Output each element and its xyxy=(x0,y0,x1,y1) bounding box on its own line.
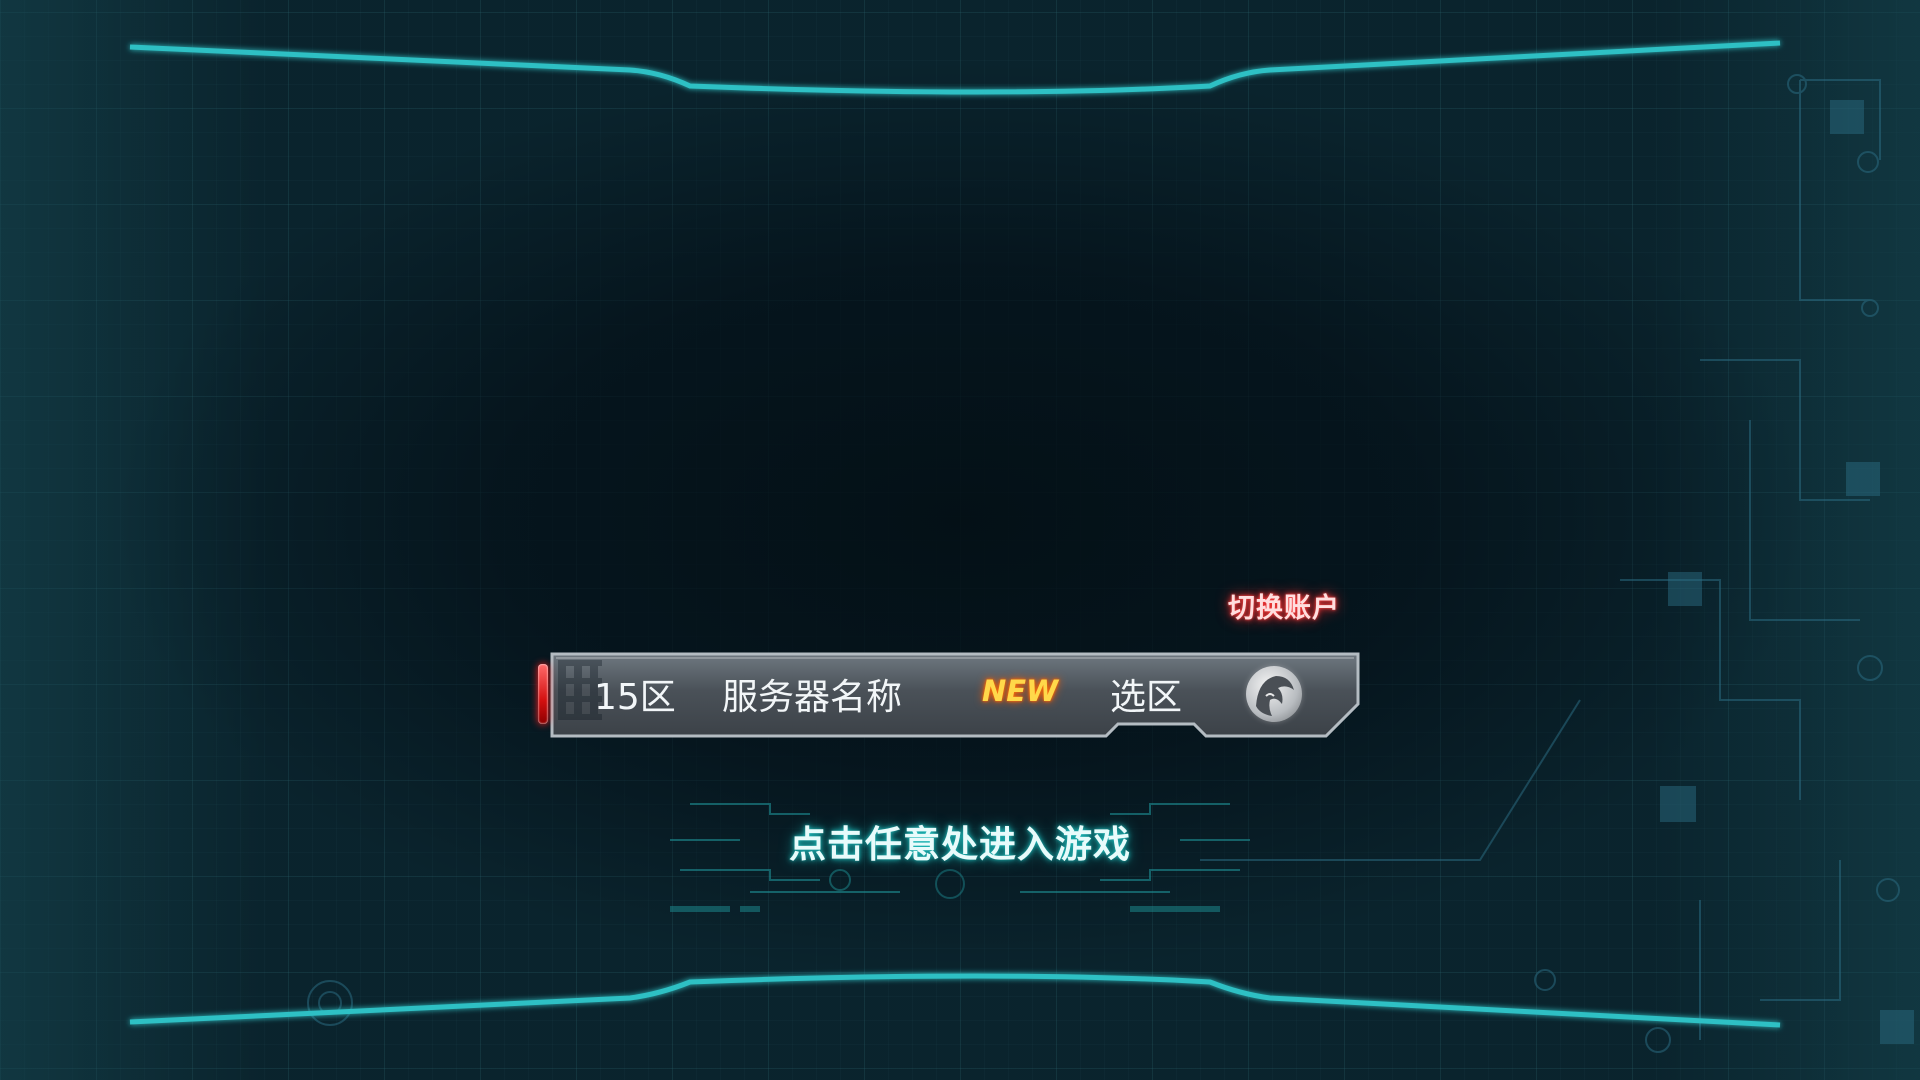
top-frame-line xyxy=(129,40,1781,95)
character-avatar-icon[interactable] xyxy=(1246,666,1302,722)
server-name: 服务器名称 xyxy=(722,677,903,718)
enter-game-area[interactable]: 点击任意处进入游戏 xyxy=(650,780,1270,930)
selected-marker xyxy=(538,664,548,724)
enter-game-prompt[interactable]: 点击任意处进入游戏 xyxy=(650,814,1270,868)
server-zone: 15区 xyxy=(594,677,676,718)
server-select-bar[interactable]: 15区 服务器名称 NEW 选区 xyxy=(538,652,1360,738)
bottom-frame-line xyxy=(129,973,1781,1028)
select-zone-button[interactable]: 选区 xyxy=(1110,668,1182,720)
switch-account-button[interactable]: 切换账户 xyxy=(1228,586,1340,625)
login-screen[interactable]: 切换账户 15区 服务器名称 NEW 选区 点击任意处进入游戏 xyxy=(0,0,1920,1080)
new-badge: NEW xyxy=(982,674,1059,708)
